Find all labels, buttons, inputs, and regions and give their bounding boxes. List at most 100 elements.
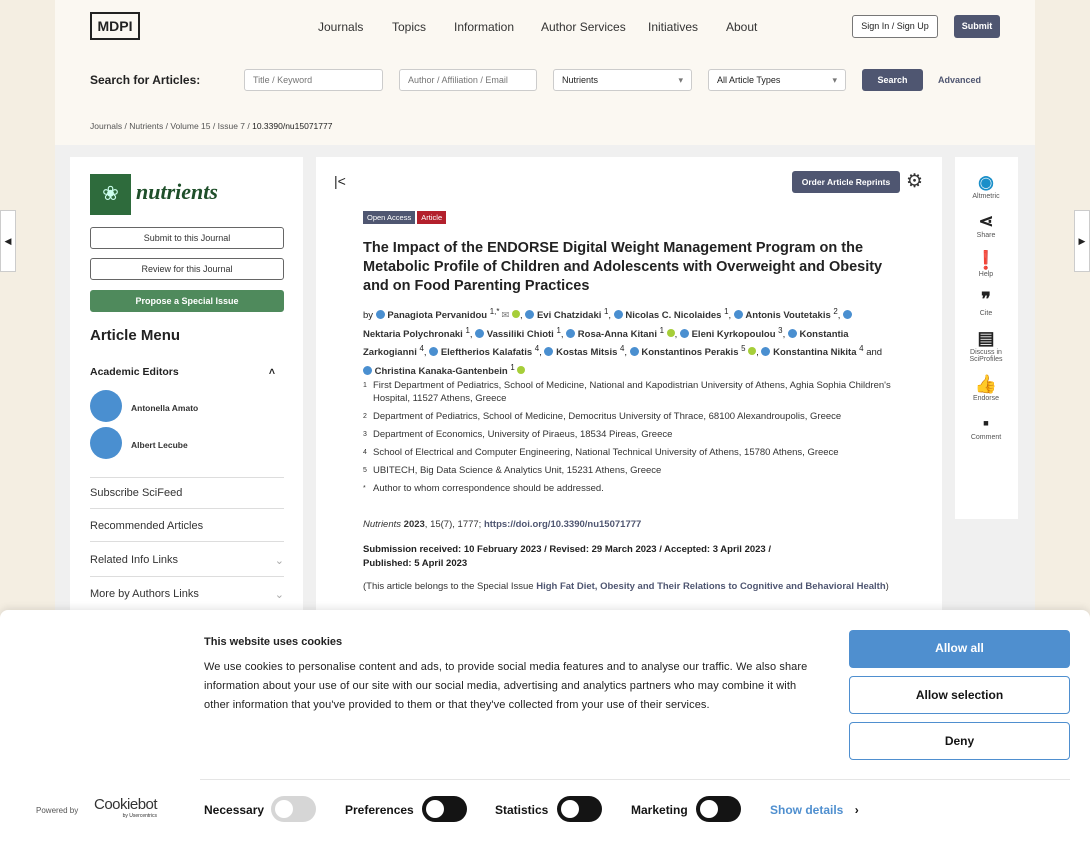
sign-in-button[interactable]: Sign In / Sign Up [852, 15, 938, 38]
article-dates: Submission received: 10 February 2023 / … [363, 543, 771, 571]
journal-select[interactable]: Nutrients ▾ [553, 69, 692, 91]
affiliation-text: Department of Economics, University of P… [373, 429, 673, 440]
author-avatar-icon [679, 328, 689, 338]
affiliation-number: 4 [363, 449, 367, 456]
tool-discuss[interactable]: ▤ Discuss in SciProfiles [955, 328, 1017, 363]
nav-about[interactable]: About [726, 20, 757, 34]
marketing-toggle[interactable] [696, 796, 741, 822]
editor-name[interactable]: Albert Lecube [131, 440, 188, 450]
open-access-badge: Open Access [363, 211, 416, 224]
author-avatar-icon [761, 347, 771, 357]
endorse-icon: 👍 [974, 374, 998, 394]
breadcrumb-nutrients[interactable]: Nutrients [129, 121, 163, 131]
comment-icon: ▪ [982, 413, 990, 433]
author-affiliation-sup: 4 [534, 344, 540, 354]
author-input[interactable] [399, 69, 537, 91]
search-button[interactable]: Search [862, 69, 923, 91]
breadcrumb-journals[interactable]: Journals [90, 121, 122, 131]
author-link[interactable]: Konstantinos Perakis [641, 347, 738, 358]
journal-name[interactable]: nutrients [136, 179, 218, 205]
deny-button[interactable]: Deny [849, 722, 1070, 760]
breadcrumb-issue[interactable]: Issue 7 [218, 121, 245, 131]
cookie-banner: This website uses cookies We use cookies… [0, 610, 1090, 841]
nav-author-services[interactable]: Author Services [541, 20, 626, 34]
collapse-sidebar-icon[interactable]: |< [334, 173, 346, 189]
author-link[interactable]: Evi Chatzidaki [537, 310, 601, 321]
author-affiliation-sup: 1 [510, 362, 515, 372]
affiliation-number: 2 [363, 413, 367, 420]
dates-line-1: Submission received: 10 February 2023 / … [363, 544, 771, 555]
left-panel-toggle[interactable]: ◀ [0, 210, 16, 272]
cookiebot-sub: by Usercentrics [122, 813, 158, 819]
cite-journal: Nutrients [363, 519, 402, 530]
orcid-icon[interactable] [517, 366, 526, 375]
nav-initiatives[interactable]: Initiatives [648, 20, 698, 34]
search-label: Search for Articles: [90, 73, 201, 87]
author-link[interactable]: Christina Kanaka-Gantenbein [375, 366, 508, 377]
chevron-up-icon: ˄ [268, 366, 275, 378]
mdpi-logo[interactable]: MDPI [90, 12, 140, 40]
affiliation-item: 5 UBITECH, Big Data Science & Analytics U… [363, 464, 893, 477]
show-details-link[interactable]: Show details › [770, 803, 859, 817]
email-icon[interactable]: ✉ [501, 310, 509, 321]
author-link[interactable]: Panagiota Pervanidou [387, 310, 487, 321]
orcid-icon[interactable] [748, 347, 757, 356]
advanced-search-link[interactable]: Advanced [938, 75, 981, 85]
caret-right-icon: ▶ [1078, 236, 1086, 246]
order-reprints-button[interactable]: Order Article Reprints [792, 171, 900, 193]
review-for-journal-button[interactable]: Review for this Journal [90, 258, 284, 280]
submit-button[interactable]: Submit [954, 15, 1000, 38]
tool-share[interactable]: ⋖ Share [955, 211, 1017, 239]
author-link[interactable]: Nektaria Polychronaki [363, 329, 463, 340]
article-type-select[interactable]: All Article Types ▾ [708, 69, 846, 91]
affiliation-number: * [363, 485, 366, 492]
editor-name[interactable]: Antonella Amato [131, 403, 198, 413]
author-link[interactable]: Konstantina Nikita [773, 347, 856, 358]
recommended-articles-link[interactable]: Recommended Articles [90, 511, 284, 542]
author-link[interactable]: Kostas Mitsis [556, 347, 617, 358]
cite-year: 2023 [403, 519, 425, 530]
subscribe-scifeed-link[interactable]: Subscribe SciFeed [90, 477, 284, 509]
submit-to-journal-button[interactable]: Submit to this Journal [90, 227, 284, 249]
author-link[interactable]: Nicolas C. Nicolaides [625, 310, 721, 321]
academic-editors-label: Academic Editors [90, 366, 179, 378]
author-link[interactable]: Eleni Kyrkopoulou [692, 329, 776, 340]
chevron-down-icon: ⌄ [274, 589, 284, 601]
tool-comment[interactable]: ▪ Comment [955, 413, 1017, 441]
more-by-authors-links[interactable]: More by Authors Links ⌄ [90, 579, 284, 611]
cookie-title: This website uses cookies [204, 636, 343, 648]
tool-cite[interactable]: ❞ Cite [955, 289, 1017, 317]
content-area: ❀ nutrients Submit to this Journal Revie… [55, 145, 1035, 617]
orcid-icon[interactable] [512, 310, 521, 319]
author-avatar-icon [733, 310, 743, 320]
nav-journals[interactable]: Journals [318, 20, 363, 34]
preferences-toggle[interactable] [422, 796, 467, 822]
tool-endorse[interactable]: 👍 Endorse [955, 374, 1017, 402]
right-panel-toggle[interactable]: ▶ [1074, 210, 1090, 272]
special-issue-link[interactable]: High Fat Diet, Obesity and Their Relatio… [536, 581, 885, 592]
author-link[interactable]: Antonis Voutetakis [745, 310, 830, 321]
author-link[interactable]: Rosa-Anna Kitani [578, 329, 657, 340]
academic-editors-toggle[interactable]: Academic Editors ˄ [90, 366, 275, 378]
allow-all-button[interactable]: Allow all [849, 630, 1070, 668]
author-link[interactable]: Eleftherios Kalafatis [441, 347, 532, 358]
related-info-links[interactable]: Related Info Links ⌄ [90, 545, 284, 577]
necessary-toggle [271, 796, 316, 822]
propose-special-issue-button[interactable]: Propose a Special Issue [90, 290, 284, 312]
breadcrumb-volume[interactable]: Volume 15 [170, 121, 210, 131]
article-tools: ◉ Altmetric ⋖ Share ❗ Help ❞ Cite ▤ Discuss in Sc… [955, 157, 1018, 519]
author-link[interactable]: Vassiliki Chioti [487, 329, 554, 340]
gear-icon[interactable]: ⚙ [906, 170, 923, 193]
doi-link[interactable]: https://doi.org/10.3390/nu15071777 [484, 519, 641, 530]
nav-topics[interactable]: Topics [392, 20, 426, 34]
title-keyword-input[interactable] [244, 69, 383, 91]
author-avatar-icon [363, 366, 372, 376]
allow-selection-button[interactable]: Allow selection [849, 676, 1070, 714]
nav-information[interactable]: Information [454, 20, 514, 34]
tool-altmetric[interactable]: ◉ Altmetric [955, 172, 1017, 200]
cookiebot-logo[interactable]: Cookiebot by Usercentrics [94, 796, 158, 819]
statistics-toggle[interactable] [557, 796, 602, 822]
orcid-icon[interactable] [666, 328, 675, 337]
avatar [90, 390, 122, 422]
tool-help[interactable]: ❗ Help [955, 250, 1017, 278]
